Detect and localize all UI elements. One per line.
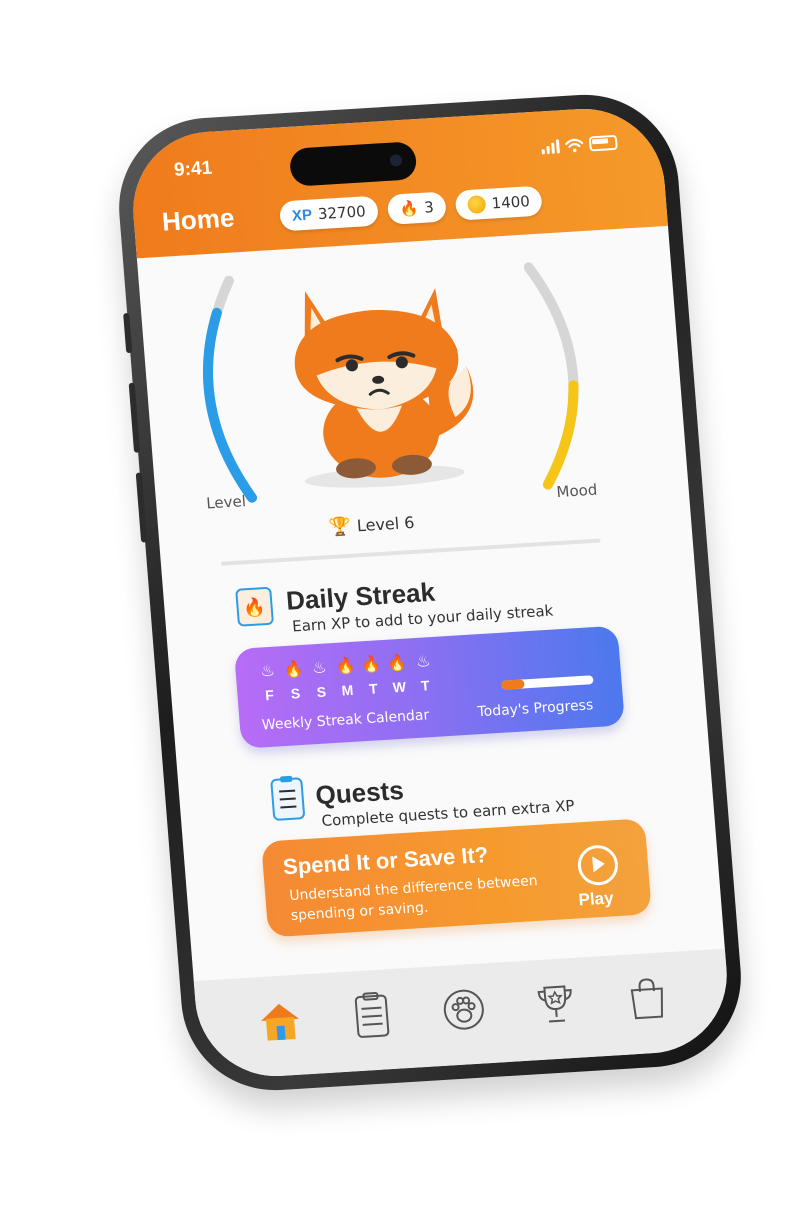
- battery-icon: [588, 134, 618, 152]
- streak-pill[interactable]: 🔥 3: [386, 191, 447, 225]
- streak-day-letter: S: [290, 685, 301, 702]
- wifi-icon: [565, 138, 584, 152]
- today-progress-bar: [501, 675, 594, 690]
- fire-icon: 🔥: [398, 199, 419, 219]
- play-button-label[interactable]: Play: [578, 888, 614, 910]
- coins-pill[interactable]: 1400: [454, 185, 543, 221]
- status-time: 9:41: [173, 157, 213, 181]
- quest-card[interactable]: Spend It or Save It? Understand the diff…: [261, 818, 652, 938]
- tab-pet-icon[interactable]: [437, 983, 491, 1036]
- today-progress-label: Today's Progress: [476, 697, 594, 721]
- section-divider: [220, 538, 601, 566]
- streak-days: FSSMTWT: [259, 677, 436, 704]
- streak-flame-icon: 🔥: [282, 658, 305, 680]
- xp-value: 32700: [317, 202, 367, 224]
- mood-label: Mood: [555, 480, 598, 502]
- coins-value: 1400: [490, 192, 531, 213]
- streak-day-letter: F: [264, 686, 275, 704]
- today-progress-fill: [501, 679, 525, 690]
- dynamic-island: [288, 141, 418, 187]
- tab-quests-icon[interactable]: [345, 989, 399, 1042]
- fox-pet-illustration[interactable]: [259, 265, 506, 498]
- pet-level-text: Level 6: [356, 512, 416, 536]
- weekly-streak-label: Weekly Streak Calendar: [261, 707, 430, 734]
- streak-value: 3: [423, 198, 435, 217]
- xp-tag: XP: [291, 206, 313, 225]
- streak-flame-icon: 🔥: [334, 655, 357, 676]
- front-camera: [389, 153, 403, 167]
- calendar-fire-icon: 🔥: [235, 586, 275, 627]
- xp-pill[interactable]: XP 32700: [278, 195, 379, 232]
- clipboard-icon: [270, 775, 306, 821]
- streak-flames: ♨ 🔥 ♨ 🔥 🔥 🔥 ♨: [257, 651, 434, 682]
- streak-calendar-card[interactable]: ♨ 🔥 ♨ 🔥 🔥 🔥 ♨ FSSMTWT Weekly Streak Calendar T…: [233, 625, 626, 749]
- streak-flame-icon: ♨: [415, 651, 432, 671]
- play-icon[interactable]: [576, 844, 620, 887]
- quest-title: Spend It or Save It?: [282, 841, 490, 880]
- phone-device: 9:41 Home XP 32700 �: [112, 89, 748, 1096]
- trophy-icon: 🏆: [327, 515, 352, 539]
- streak-day-letter: M: [340, 681, 354, 699]
- tab-home-icon[interactable]: [253, 994, 307, 1047]
- streak-day-letter: T: [368, 680, 379, 697]
- streak-flame-icon: 🔥: [360, 654, 383, 675]
- signal-icon: [541, 138, 560, 154]
- streak-flame-icon: 🔥: [386, 652, 409, 673]
- quest-description: Understand the difference between spendi…: [288, 872, 539, 925]
- coin-icon: [466, 194, 487, 215]
- streak-day-letter: S: [316, 683, 327, 701]
- app-screen: 9:41 Home XP 32700 �: [127, 104, 733, 1081]
- level-label: Level: [205, 492, 247, 513]
- pet-level: 🏆 Level 6: [328, 512, 415, 538]
- status-icons: [541, 134, 618, 155]
- streak-flame-icon: ♨: [311, 657, 328, 678]
- streak-day-letter: T: [420, 677, 431, 694]
- quests-title: Quests: [314, 774, 405, 811]
- tab-shop-icon[interactable]: [621, 972, 675, 1025]
- stats-bar: XP 32700 🔥 3 1400: [278, 185, 543, 232]
- streak-day-letter: W: [392, 678, 407, 696]
- tab-trophy-icon[interactable]: [529, 978, 583, 1031]
- page-title: Home: [160, 202, 236, 237]
- mood-arc: [523, 262, 579, 490]
- streak-flame-icon: ♨: [259, 660, 276, 681]
